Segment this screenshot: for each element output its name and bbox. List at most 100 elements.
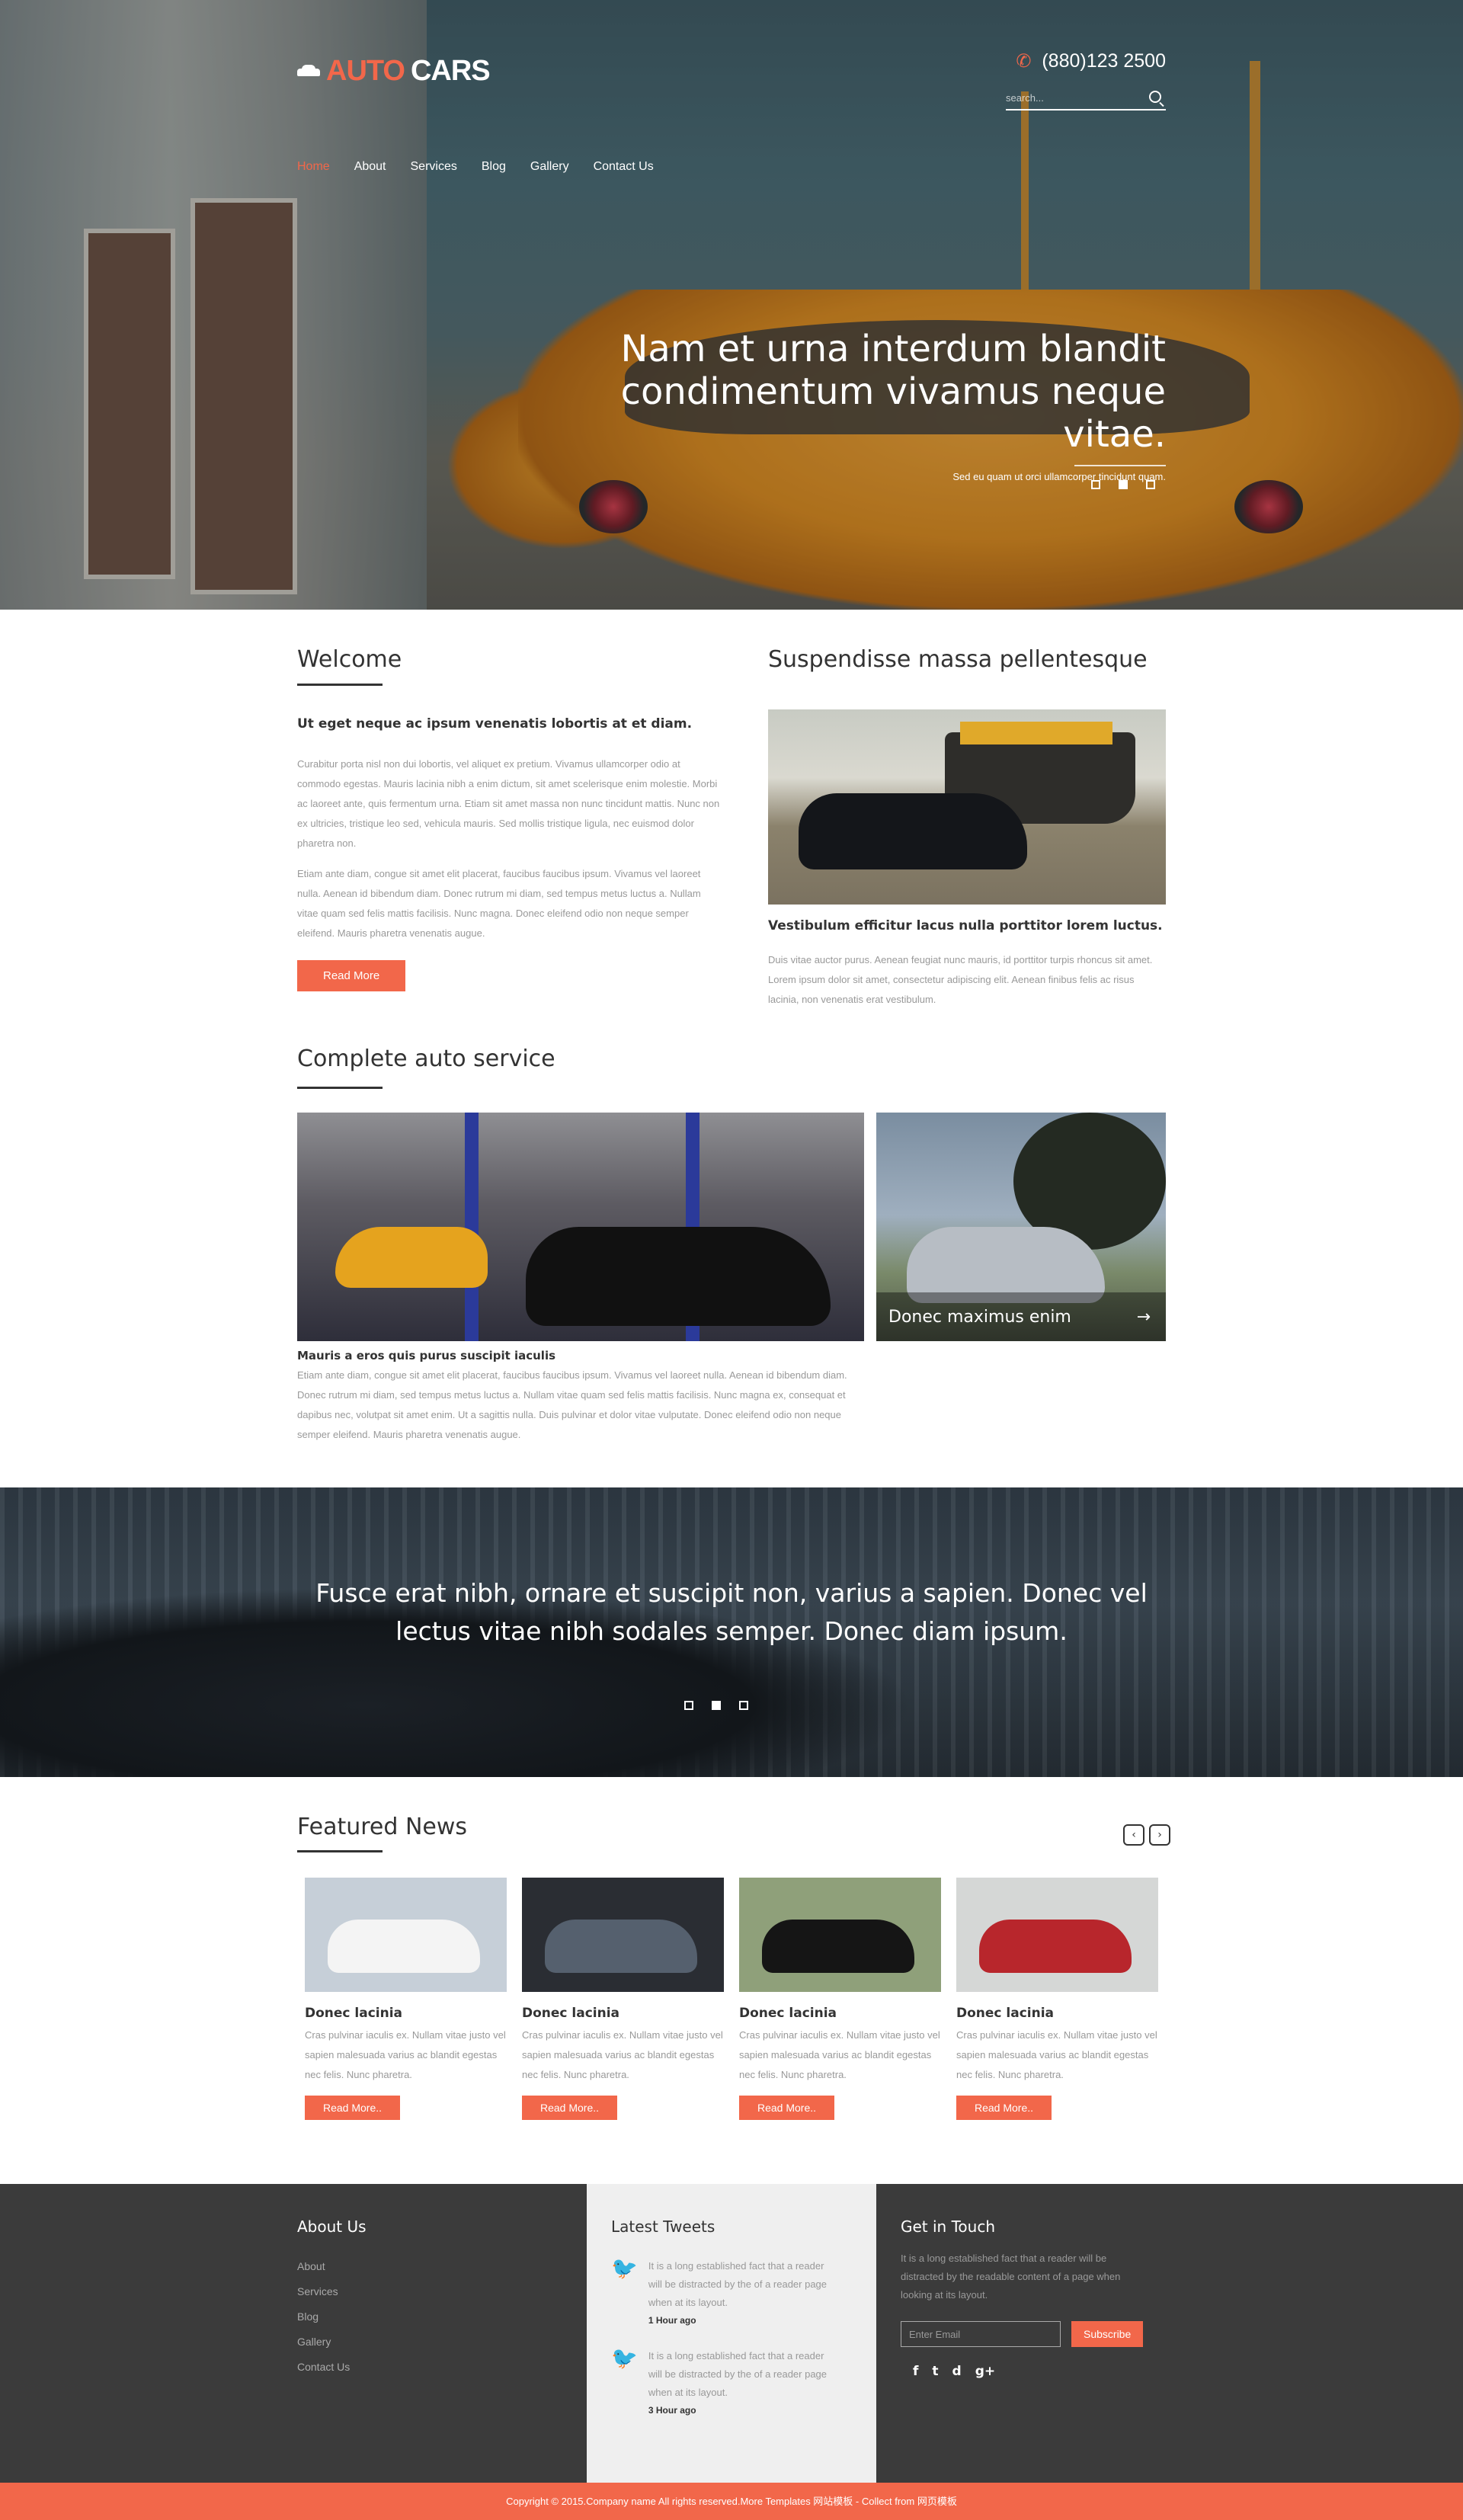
- footer-link-blog[interactable]: Blog: [297, 2310, 319, 2323]
- lift-shape: [465, 1113, 479, 1341]
- quote-text: Fusce erat nibh, ornare et suscipit non,…: [315, 1578, 1148, 1646]
- welcome-section: Welcome Ut eget neque ac ipsum venenatis…: [0, 610, 1463, 1036]
- photo-caption-bar: Donec maximus enim →: [876, 1292, 1166, 1341]
- search-box: [1006, 88, 1166, 110]
- google-plus-icon[interactable]: g+: [975, 2364, 995, 2379]
- nav-item-about[interactable]: About: [354, 160, 386, 174]
- read-more-button[interactable]: Read More..: [956, 2096, 1052, 2120]
- news-list: Donec lacinia Cras pulvinar iaculis ex. …: [305, 1878, 1158, 2120]
- hero-slider-dots: [1091, 480, 1155, 489]
- slide-dot[interactable]: [739, 1701, 748, 1710]
- service-title: Complete auto service: [297, 1045, 555, 1072]
- brand-logo[interactable]: AUTO CARS: [297, 55, 491, 88]
- news-card-title: Donec lacinia: [305, 2006, 403, 2021]
- garage-photo: [297, 1113, 864, 1341]
- footer-links: About Services Blog Gallery Contact Us: [297, 2259, 367, 2374]
- nav-item-contact[interactable]: Contact Us: [594, 160, 654, 174]
- nav-item-home[interactable]: Home: [297, 160, 330, 174]
- news-card-text: Cras pulvinar iaculis ex. Nullam vitae j…: [956, 2029, 1157, 2080]
- news-photo[interactable]: [305, 1878, 507, 1992]
- footer-link-about[interactable]: About: [297, 2260, 325, 2272]
- header-phone: ✆ (880)123 2500: [1016, 50, 1166, 72]
- audi-photo[interactable]: Donec maximus enim →: [876, 1113, 1166, 1341]
- dribbble-icon[interactable]: d: [952, 2364, 962, 2379]
- news-card-text: Cras pulvinar iaculis ex. Nullam vitae j…: [739, 2029, 940, 2080]
- tweet-time: 1 Hour ago: [648, 2315, 696, 2326]
- photo-caption: Donec maximus enim: [888, 1307, 1071, 1327]
- black-car-shape: [526, 1227, 831, 1326]
- brand-part1: AUTO: [326, 55, 405, 87]
- read-more-button[interactable]: Read More: [297, 960, 406, 991]
- site-footer: About Us About Services Blog Gallery Con…: [0, 2184, 1463, 2483]
- footer-tweets-title: Latest Tweets: [611, 2217, 715, 2236]
- service-caption-text: Etiam ante diam, congue sit amet elit pl…: [297, 1369, 847, 1440]
- twitter-icon: 🐦: [611, 2345, 638, 2371]
- slide-dot[interactable]: [684, 1701, 693, 1710]
- search-input[interactable]: [1006, 88, 1135, 108]
- yellow-car-shape: [335, 1227, 488, 1288]
- facebook-icon[interactable]: f: [913, 2364, 918, 2379]
- service-section: Complete auto service Donec maximus enim…: [0, 1036, 1463, 1487]
- footer-link-gallery[interactable]: Gallery: [297, 2336, 331, 2348]
- slide-dot[interactable]: [1146, 480, 1155, 489]
- tweet-text: It is a long established fact that a rea…: [648, 2350, 828, 2398]
- social-links: f t d g+: [901, 2364, 1143, 2379]
- news-title: Featured News: [297, 1814, 468, 1840]
- copyright-bar: Copyright © 2015.Company name All rights…: [0, 2483, 1463, 2520]
- suspendisse-text: Duis vitae auctor purus. Aenean feugiat …: [768, 954, 1153, 1005]
- subscribe-form: Subscribe: [901, 2321, 1144, 2347]
- footer-about-title: About Us: [297, 2217, 367, 2236]
- footer-link-services[interactable]: Services: [297, 2285, 338, 2297]
- hero-caption: Nam et urna interdum blandit condimentum…: [541, 328, 1166, 482]
- hero-headline: Nam et urna interdum blandit condimentum…: [620, 328, 1166, 456]
- twitter-icon[interactable]: t: [932, 2364, 938, 2379]
- footer-contact: Get in Touch It is a long established fa…: [901, 2217, 1144, 2379]
- phone-number: (880)123 2500: [1042, 50, 1166, 72]
- service-caption-title: Mauris a eros quis purus suscipit iaculi…: [297, 1349, 556, 1362]
- slide-dot-active[interactable]: [1119, 480, 1128, 489]
- welcome-lead: Ut eget neque ac ipsum venenatis loborti…: [297, 716, 693, 732]
- footer-touch-text: It is a long established fact that a rea…: [901, 2253, 1121, 2301]
- sedan-shape: [799, 793, 1027, 869]
- suspendisse-title: Suspendisse massa pellentesque: [768, 646, 1148, 673]
- tweet-time: 3 Hour ago: [648, 2405, 696, 2416]
- news-card: Donec lacinia Cras pulvinar iaculis ex. …: [305, 1878, 507, 2120]
- hero-banner: AUTO CARS ✆ (880)123 2500 Home About Ser…: [0, 0, 1463, 610]
- news-photo[interactable]: [739, 1878, 941, 1992]
- slide-dot-active[interactable]: [712, 1701, 721, 1710]
- phone-icon: ✆: [1016, 50, 1032, 72]
- service-caption: Mauris a eros quis purus suscipit iaculi…: [297, 1349, 864, 1445]
- news-card-title: Donec lacinia: [522, 2006, 620, 2021]
- email-field[interactable]: [901, 2321, 1061, 2347]
- nav-item-blog[interactable]: Blog: [482, 160, 506, 174]
- chevron-left-icon[interactable]: ‹: [1123, 1824, 1144, 1846]
- chevron-right-icon[interactable]: ›: [1149, 1824, 1170, 1846]
- nav-item-gallery[interactable]: Gallery: [530, 160, 569, 174]
- footer-tweets: Latest Tweets 🐦 It is a long established…: [611, 2217, 840, 2416]
- brand-part2: CARS: [410, 55, 491, 87]
- news-photo[interactable]: [956, 1878, 1158, 1992]
- news-card-text: Cras pulvinar iaculis ex. Nullam vitae j…: [305, 2029, 506, 2080]
- search-icon[interactable]: [1149, 91, 1161, 103]
- read-more-button[interactable]: Read More..: [305, 2096, 401, 2120]
- read-more-button[interactable]: Read More..: [522, 2096, 618, 2120]
- title-underline: [297, 684, 383, 686]
- arrow-right-icon[interactable]: →: [1137, 1308, 1151, 1327]
- welcome-para: Curabitur porta nisl non dui lobortis, v…: [297, 758, 720, 849]
- hero-rule: [1074, 465, 1166, 466]
- footer-link-contact[interactable]: Contact Us: [297, 2361, 350, 2373]
- sedan-photo: [768, 709, 1166, 905]
- news-card-text: Cras pulvinar iaculis ex. Nullam vitae j…: [522, 2029, 723, 2080]
- quote-slider-dots: [684, 1701, 748, 1710]
- read-more-button[interactable]: Read More..: [739, 2096, 835, 2120]
- main-nav: Home About Services Blog Gallery Contact…: [297, 160, 654, 174]
- subscribe-button[interactable]: Subscribe: [1071, 2321, 1144, 2347]
- title-underline: [297, 1087, 383, 1089]
- news-photo[interactable]: [522, 1878, 724, 1992]
- tweet-item: 🐦 It is a long established fact that a r…: [611, 2257, 840, 2326]
- nav-item-services[interactable]: Services: [411, 160, 457, 174]
- news-card-title: Donec lacinia: [956, 2006, 1055, 2021]
- audi-shape: [907, 1227, 1105, 1303]
- slide-dot[interactable]: [1091, 480, 1100, 489]
- featured-news: Featured News ‹ › Donec lacinia Cras pul…: [0, 1777, 1463, 2184]
